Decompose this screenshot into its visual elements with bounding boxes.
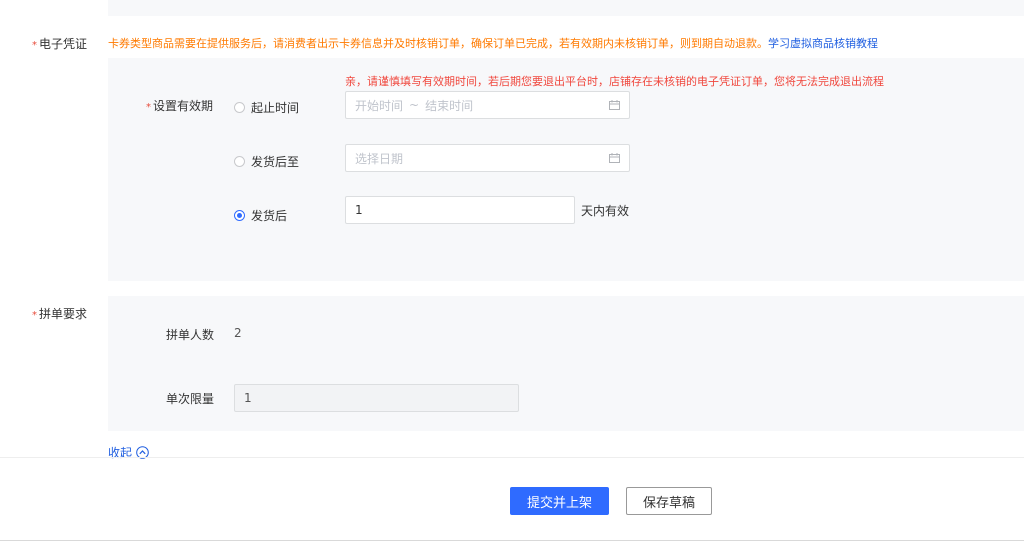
validity-label-text: 设置有效期 [153, 99, 214, 113]
radio-button-icon [234, 156, 245, 167]
range-end-placeholder: 结束时间 [425, 98, 474, 113]
voucher-label-text: 电子凭证 [39, 37, 88, 51]
per-order-limit-input: 1 [234, 384, 519, 412]
previous-section-panel [108, 0, 1024, 16]
range-separator: ~ [409, 98, 420, 112]
date-picker-input[interactable]: 选择日期 [345, 144, 630, 172]
date-placeholder: 选择日期 [355, 151, 404, 166]
radio-label: 起止时间 [251, 101, 300, 115]
radio-start-end-time[interactable]: 起止时间 [234, 99, 299, 116]
voucher-notice: 卡券类型商品需要在提供服务后，请消费者出示卡券信息并及时核销订单，确保订单已完成… [108, 35, 878, 51]
radio-button-icon [234, 102, 245, 113]
group-requirement-label-text: 拼单要求 [39, 307, 88, 321]
days-input[interactable]: 1 [345, 196, 575, 224]
validity-label: * 设置有效期 [146, 97, 213, 114]
radio-after-ship-until[interactable]: 发货后至 [234, 153, 299, 170]
group-size-label: 拼单人数 [166, 328, 215, 342]
date-range-input[interactable]: 开始时间 ~ 结束时间 [345, 91, 630, 119]
collapse-label: 收起 [108, 446, 133, 460]
range-start-placeholder: 开始时间 [355, 98, 404, 113]
collapse-toggle[interactable]: 收起 [108, 444, 149, 461]
required-mark: * [146, 102, 151, 113]
voucher-label: * 电子凭证 [32, 35, 87, 52]
group-requirement-label: * 拼单要求 [32, 305, 87, 322]
per-order-limit-label: 单次限量 [166, 392, 215, 406]
radio-after-ship[interactable]: 发货后 [234, 207, 287, 224]
validity-warning: 亲，请谨慎填写有效期时间，若后期您要退出平台时，店铺存在未核销的电子凭证订单，您… [345, 75, 884, 88]
calendar-icon [609, 100, 620, 110]
footer-divider [0, 457, 1024, 458]
group-size-value: 2 [234, 326, 242, 340]
submit-and-list-button[interactable]: 提交并上架 [510, 487, 609, 515]
per-order-limit-value: 1 [244, 391, 252, 405]
required-mark: * [32, 310, 37, 321]
radio-label: 发货后 [251, 209, 288, 223]
tutorial-link[interactable]: 学习虚拟商品核销教程 [768, 37, 878, 50]
days-suffix: 天内有效 [581, 204, 630, 218]
voucher-notice-text: 卡券类型商品需要在提供服务后，请消费者出示卡券信息并及时核销订单，确保订单已完成… [108, 37, 768, 50]
radio-label: 发货后至 [251, 155, 300, 169]
save-draft-button[interactable]: 保存草稿 [626, 487, 712, 515]
radio-button-checked-icon [234, 210, 245, 221]
days-value: 1 [355, 203, 363, 217]
bottom-divider [0, 540, 1024, 541]
required-mark: * [32, 40, 37, 51]
calendar-icon [609, 153, 620, 163]
